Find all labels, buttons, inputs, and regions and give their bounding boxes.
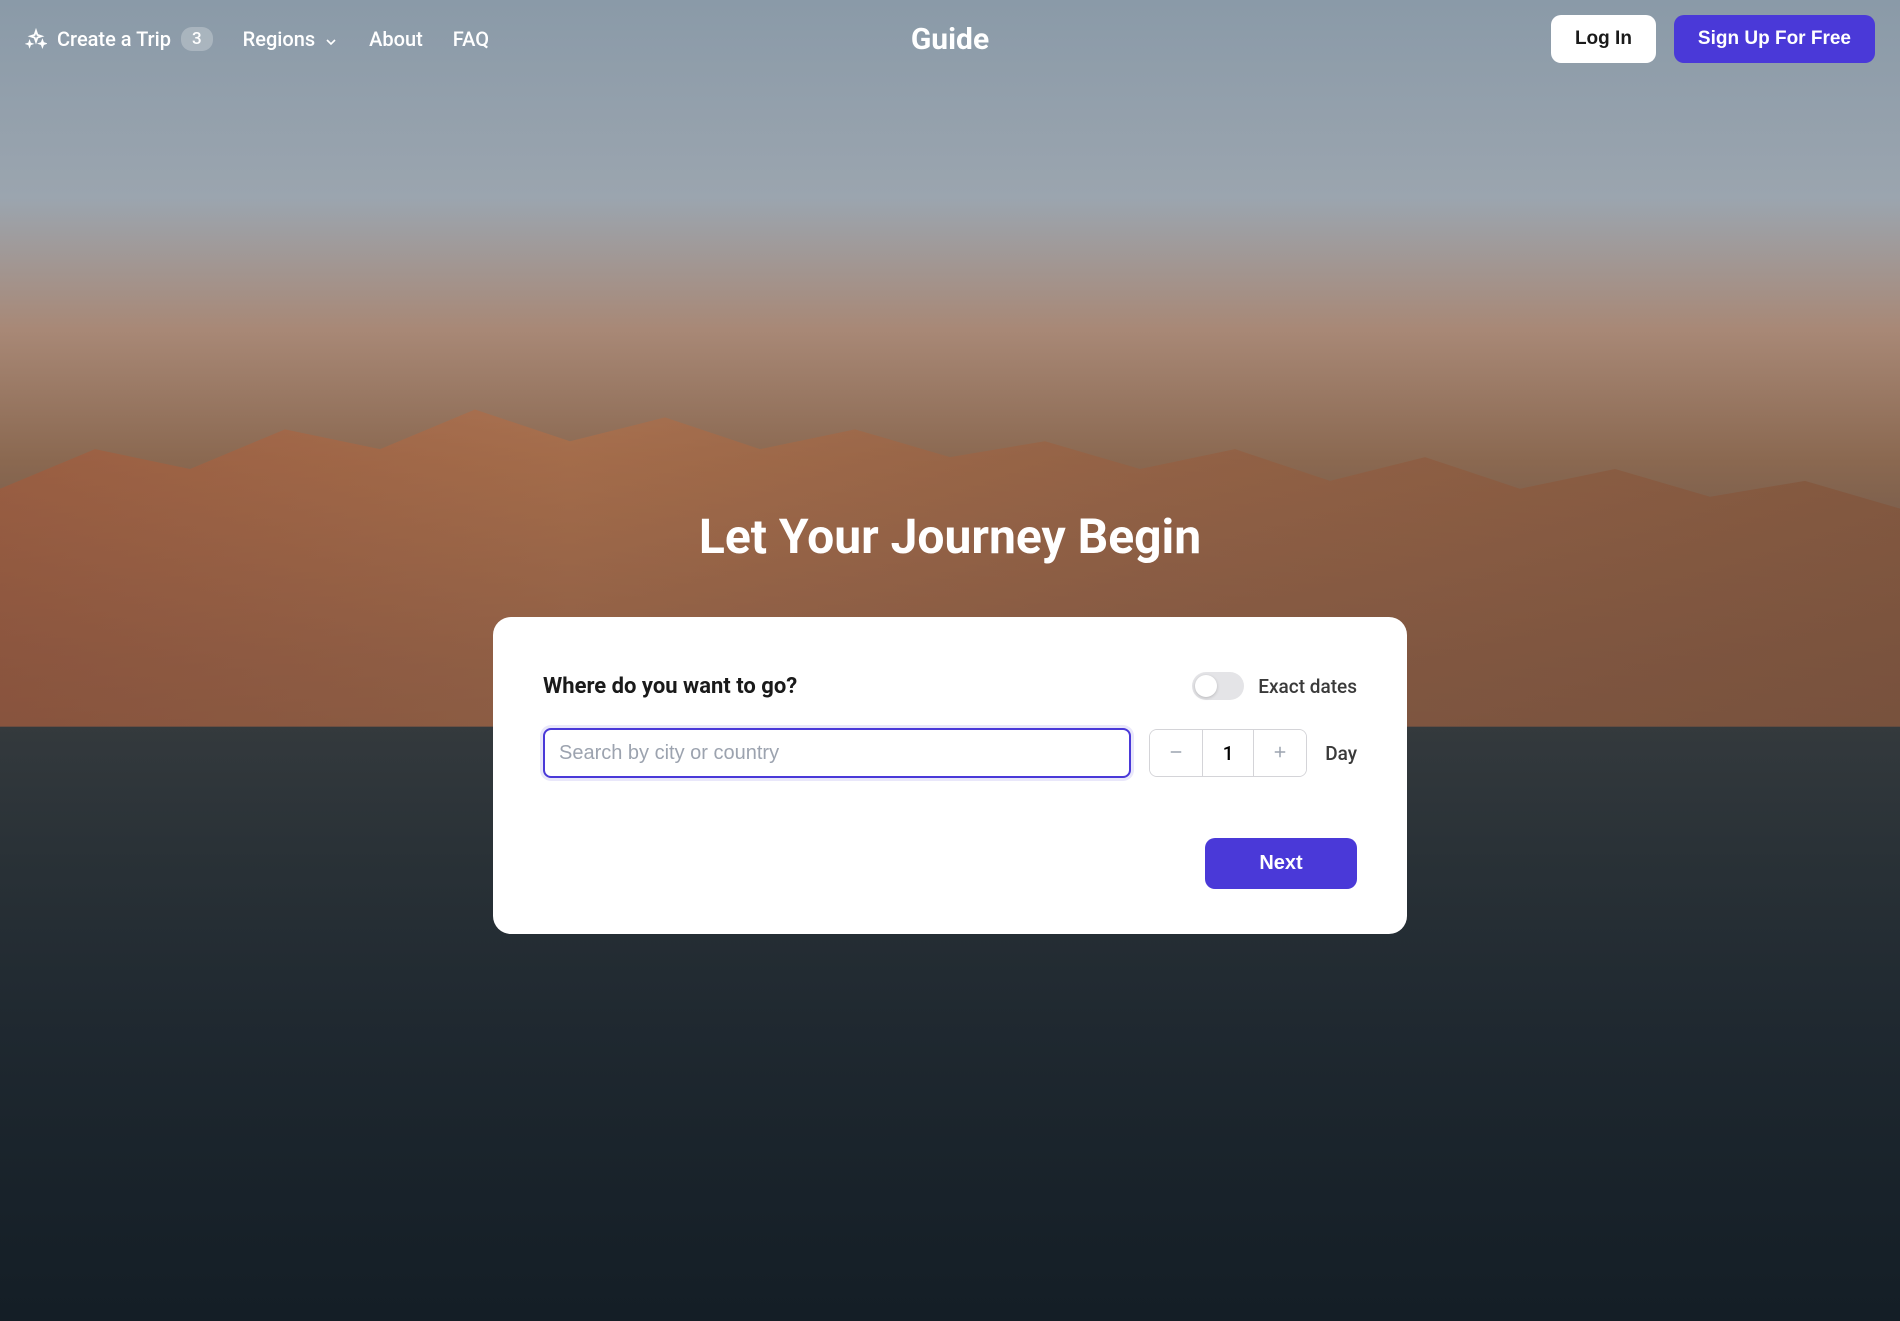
destination-question: Where do you want to go? <box>543 674 797 699</box>
create-trip-button[interactable]: Create a Trip 3 <box>25 27 213 51</box>
logo[interactable]: Guide <box>911 22 989 57</box>
destination-input[interactable] <box>543 728 1131 778</box>
signup-button[interactable]: Sign Up For Free <box>1674 15 1875 63</box>
day-unit-label: Day <box>1325 742 1357 765</box>
days-value: 1 <box>1202 730 1254 776</box>
trip-count-badge: 3 <box>181 27 213 51</box>
days-stepper: 1 <box>1149 729 1307 777</box>
next-button[interactable]: Next <box>1205 838 1357 889</box>
card-footer: Next <box>543 838 1357 889</box>
toggle-knob <box>1195 675 1217 697</box>
exact-dates-label: Exact dates <box>1258 675 1357 698</box>
exact-dates-group: Exact dates <box>1192 672 1357 700</box>
increment-button[interactable] <box>1254 730 1306 776</box>
login-button[interactable]: Log In <box>1551 15 1656 63</box>
about-label: About <box>369 27 423 51</box>
main-header: Create a Trip 3 Regions About FAQ Guide … <box>0 0 1900 78</box>
card-header: Where do you want to go? Exact dates <box>543 672 1357 700</box>
hero-section: Let Your Journey Begin Where do you want… <box>0 508 1900 934</box>
search-card: Where do you want to go? Exact dates <box>493 617 1407 934</box>
header-right-nav: Log In Sign Up For Free <box>1551 15 1875 63</box>
decrement-button[interactable] <box>1150 730 1202 776</box>
card-input-row: 1 Day <box>543 728 1357 778</box>
create-trip-label: Create a Trip <box>57 27 171 51</box>
minus-icon <box>1167 743 1185 764</box>
about-link[interactable]: About <box>369 27 423 51</box>
plus-icon <box>1271 743 1289 764</box>
sparkle-icon <box>25 28 47 50</box>
faq-link[interactable]: FAQ <box>453 27 489 51</box>
regions-label: Regions <box>243 27 316 51</box>
exact-dates-toggle[interactable] <box>1192 672 1244 700</box>
regions-dropdown[interactable]: Regions <box>243 27 340 51</box>
faq-label: FAQ <box>453 27 489 51</box>
header-left-nav: Create a Trip 3 Regions About FAQ <box>25 27 489 51</box>
chevron-down-icon <box>323 31 339 47</box>
hero-title: Let Your Journey Begin <box>699 508 1201 565</box>
